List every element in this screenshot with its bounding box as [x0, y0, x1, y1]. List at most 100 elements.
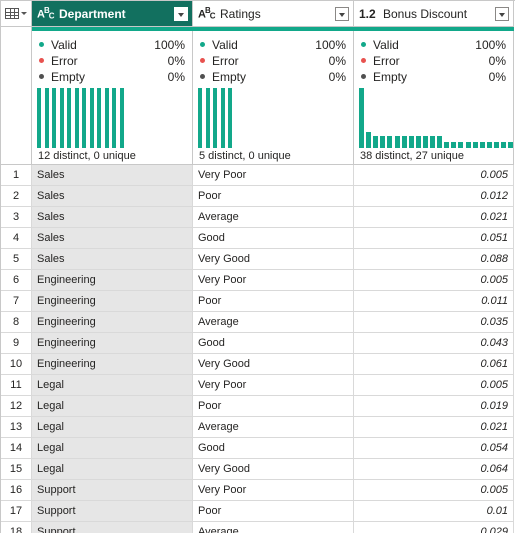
department-cell[interactable]: Support: [32, 501, 193, 522]
histogram-bar[interactable]: [479, 142, 485, 148]
department-cell[interactable]: Support: [32, 522, 193, 533]
department-cell[interactable]: Engineering: [32, 312, 193, 333]
histogram-bar[interactable]: [52, 88, 56, 148]
histogram-bar[interactable]: [394, 136, 400, 148]
ratings-cell[interactable]: Good: [193, 333, 354, 354]
row-number[interactable]: 15: [1, 459, 32, 480]
department-cell[interactable]: Engineering: [32, 291, 193, 312]
histogram-bar[interactable]: [104, 88, 109, 148]
column-filter-dropdown[interactable]: [495, 6, 509, 21]
row-number[interactable]: 10: [1, 354, 32, 375]
ratings-cell[interactable]: Average: [193, 207, 354, 228]
department-cell[interactable]: Engineering: [32, 354, 193, 375]
bonus-discount-cell[interactable]: 0.005: [354, 270, 514, 291]
table-menu-button[interactable]: [1, 1, 32, 27]
histogram-bar[interactable]: [67, 88, 71, 148]
bonus-discount-cell[interactable]: 0.005: [354, 375, 514, 396]
decimal-type-icon[interactable]: 1.2: [359, 7, 379, 21]
row-number[interactable]: 2: [1, 186, 32, 207]
department-cell[interactable]: Legal: [32, 375, 193, 396]
histogram-bar[interactable]: [89, 88, 94, 148]
department-cell[interactable]: Sales: [32, 207, 193, 228]
row-number[interactable]: 14: [1, 438, 32, 459]
histogram-bar[interactable]: [430, 136, 435, 148]
row-number[interactable]: 11: [1, 375, 32, 396]
histogram-bar[interactable]: [213, 88, 217, 148]
histogram-bar[interactable]: [82, 88, 86, 148]
histogram-bar[interactable]: [37, 88, 41, 148]
bonus-discount-cell[interactable]: 0.011: [354, 291, 514, 312]
bonus-discount-cell[interactable]: 0.021: [354, 207, 514, 228]
histogram-bar[interactable]: [74, 88, 79, 148]
row-number[interactable]: 12: [1, 396, 32, 417]
ratings-cell[interactable]: Very Good: [193, 459, 354, 480]
histogram-bar[interactable]: [205, 88, 210, 148]
histogram-bar[interactable]: [401, 136, 407, 148]
row-number[interactable]: 4: [1, 228, 32, 249]
bonus-discount-cell[interactable]: 0.035: [354, 312, 514, 333]
ratings-cell[interactable]: Poor: [193, 396, 354, 417]
ratings-cell[interactable]: Average: [193, 417, 354, 438]
department-cell[interactable]: Legal: [32, 459, 193, 480]
department-cell[interactable]: Legal: [32, 417, 193, 438]
row-number[interactable]: 3: [1, 207, 32, 228]
text-type-icon[interactable]: ABC: [198, 6, 216, 21]
bonus-discount-cell[interactable]: 0.054: [354, 438, 514, 459]
ratings-cell[interactable]: Very Poor: [193, 480, 354, 501]
histogram-bar[interactable]: [366, 132, 372, 148]
department-cell[interactable]: Legal: [32, 438, 193, 459]
ratings-cell[interactable]: Average: [193, 312, 354, 333]
department-cell[interactable]: Legal: [32, 396, 193, 417]
bonus-discount-cell[interactable]: 0.029: [354, 522, 514, 533]
row-number[interactable]: 9: [1, 333, 32, 354]
text-type-icon[interactable]: ABC: [37, 6, 55, 21]
bonus-discount-cell[interactable]: 0.051: [354, 228, 514, 249]
bonus-discount-cell[interactable]: 0.088: [354, 249, 514, 270]
ratings-cell[interactable]: Poor: [193, 501, 354, 522]
row-number[interactable]: 5: [1, 249, 32, 270]
histogram-bar[interactable]: [437, 136, 443, 148]
row-number[interactable]: 1: [1, 165, 32, 186]
histogram-bar[interactable]: [422, 136, 428, 148]
histogram-bar[interactable]: [472, 142, 478, 148]
histogram-bar[interactable]: [486, 142, 492, 148]
ratings-cell[interactable]: Very Poor: [193, 165, 354, 186]
histogram-bar[interactable]: [501, 142, 506, 148]
row-number[interactable]: 16: [1, 480, 32, 501]
department-cell[interactable]: Sales: [32, 228, 193, 249]
bonus-discount-cell[interactable]: 0.064: [354, 459, 514, 480]
department-cell[interactable]: Engineering: [32, 270, 193, 291]
row-number[interactable]: 6: [1, 270, 32, 291]
department-cell[interactable]: Sales: [32, 186, 193, 207]
ratings-cell[interactable]: Good: [193, 438, 354, 459]
histogram-bar[interactable]: [380, 136, 386, 148]
histogram-bar[interactable]: [465, 142, 471, 148]
histogram-bar[interactable]: [387, 136, 393, 148]
row-number[interactable]: 17: [1, 501, 32, 522]
ratings-cell[interactable]: Average: [193, 522, 354, 533]
department-cell[interactable]: Sales: [32, 249, 193, 270]
histogram-bar[interactable]: [228, 88, 232, 148]
histogram-bar[interactable]: [493, 142, 499, 148]
department-cell[interactable]: Engineering: [32, 333, 193, 354]
ratings-cell[interactable]: Poor: [193, 186, 354, 207]
histogram-bar[interactable]: [415, 136, 421, 148]
bonus-discount-cell[interactable]: 0.061: [354, 354, 514, 375]
histogram-bar[interactable]: [97, 88, 101, 148]
column-header-ratings[interactable]: ABC Ratings: [193, 1, 354, 27]
bonus-discount-cell[interactable]: 0.005: [354, 165, 514, 186]
department-cell[interactable]: Sales: [32, 165, 193, 186]
histogram-bar[interactable]: [451, 142, 457, 148]
histogram-bar[interactable]: [119, 88, 124, 148]
column-header-department[interactable]: ABC Department: [32, 1, 193, 27]
histogram-bar[interactable]: [112, 88, 116, 148]
ratings-cell[interactable]: Poor: [193, 291, 354, 312]
ratings-cell[interactable]: Very Poor: [193, 270, 354, 291]
histogram-bar[interactable]: [220, 88, 225, 148]
row-number[interactable]: 8: [1, 312, 32, 333]
ratings-cell[interactable]: Good: [193, 228, 354, 249]
bonus-discount-cell[interactable]: 0.01: [354, 501, 514, 522]
department-cell[interactable]: Support: [32, 480, 193, 501]
bonus-discount-cell[interactable]: 0.019: [354, 396, 514, 417]
histogram-bar[interactable]: [44, 88, 49, 148]
